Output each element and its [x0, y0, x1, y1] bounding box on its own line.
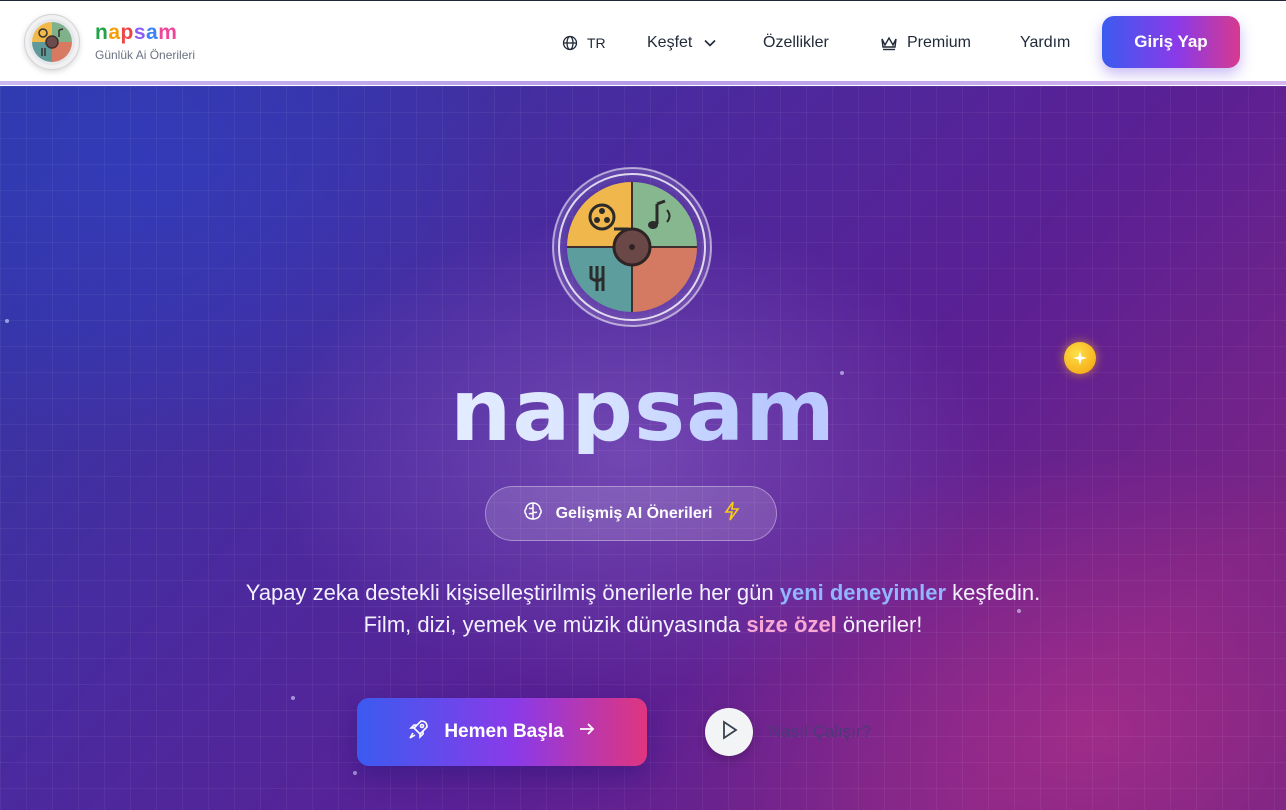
top-navbar: napsam Günlük Ai Önerileri TR Keşfet Öze…	[0, 0, 1286, 86]
hero-title: napsam	[0, 368, 1286, 454]
lightning-icon	[724, 501, 740, 526]
brand-logo-link[interactable]: napsam Günlük Ai Önerileri	[24, 14, 195, 70]
hero-tagline: Yapay zeka destekli kişiselleştirilmiş ö…	[0, 577, 1286, 641]
background-dot	[5, 319, 9, 323]
nav-explore[interactable]: Keşfet	[647, 32, 716, 54]
arrow-right-icon	[578, 721, 596, 743]
nav-features-label: Özellikler	[763, 34, 829, 51]
get-started-label: Hemen Başla	[444, 721, 564, 742]
chevron-down-icon	[704, 39, 716, 47]
globe-icon	[562, 35, 578, 51]
tagline-line-2: Film, dizi, yemek ve müzik dünyasında si…	[363, 612, 923, 637]
brand-subtitle: Günlük Ai Önerileri	[95, 48, 196, 62]
how-it-works-link[interactable]: Nasıl Çalışır?	[769, 722, 871, 742]
nav-explore-label: Keşfet	[647, 34, 693, 51]
ai-recommendations-badge: Gelişmiş AI Önerileri	[485, 486, 777, 541]
login-button[interactable]: Giriş Yap	[1102, 16, 1240, 68]
play-icon	[720, 719, 738, 745]
how-it-works-play-button[interactable]	[705, 708, 753, 756]
nav-premium[interactable]: Premium	[880, 32, 971, 54]
nav-help-label: Yardım	[1020, 34, 1071, 51]
header-divider	[0, 81, 1286, 85]
language-selector[interactable]: TR	[562, 32, 606, 54]
brand-name: napsam	[95, 21, 178, 44]
brain-quadrant-logo-icon	[24, 14, 80, 70]
nav-premium-label: Premium	[907, 34, 972, 51]
language-label: TR	[587, 35, 606, 51]
crown-icon	[880, 35, 898, 51]
tagline-line-1: Yapay zeka destekli kişiselleştirilmiş ö…	[245, 580, 1041, 605]
nav-help[interactable]: Yardım	[1020, 32, 1070, 54]
get-started-button[interactable]: Hemen Başla	[357, 698, 647, 766]
ai-recommendations-label: Gelişmiş AI Önerileri	[555, 504, 713, 522]
tagline-highlight-new-experiences: yeni deneyimler	[779, 580, 947, 605]
rocket-icon	[408, 718, 430, 746]
nav-features[interactable]: Özellikler	[763, 32, 829, 54]
background-dot	[291, 696, 295, 700]
hero-section: napsam Gelişmiş AI Önerileri Yapay zeka …	[0, 86, 1286, 810]
background-dot	[353, 771, 357, 775]
brain-quadrant-emblem-icon	[551, 166, 713, 328]
tagline-highlight-personal: size özel	[746, 612, 837, 637]
brain-icon	[522, 500, 544, 527]
